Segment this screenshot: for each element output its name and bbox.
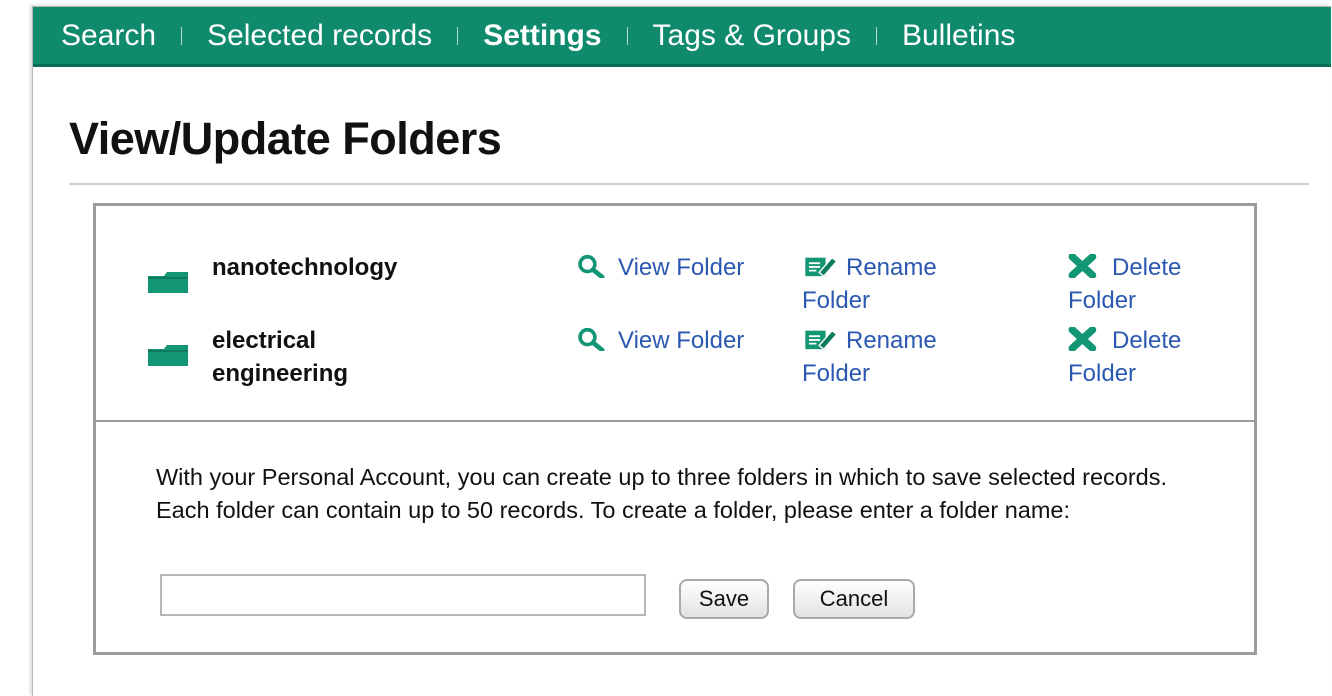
delete-folder-link[interactable]: Delete Folder bbox=[1068, 251, 1248, 317]
delete-folder-link[interactable]: Delete Folder bbox=[1068, 324, 1248, 390]
folder-name: nanotechnology bbox=[212, 254, 398, 281]
x-icon bbox=[1068, 254, 1097, 278]
folders-panel: nanotechnology View Folder Rename Folder… bbox=[93, 203, 1257, 655]
nav-item-bulletins[interactable]: Bulletins bbox=[902, 6, 1015, 66]
nav-separator bbox=[626, 26, 628, 45]
nav-separator bbox=[457, 26, 459, 45]
folder-row: nanotechnology View Folder Rename Folder… bbox=[96, 251, 1254, 321]
folder-row: electrical engineering View Folder Renam… bbox=[96, 324, 1254, 394]
nav-separator bbox=[181, 26, 183, 45]
view-folder-label: View Folder bbox=[618, 327, 745, 354]
page-title: View/Update Folders bbox=[69, 113, 502, 164]
save-button[interactable]: Save bbox=[679, 579, 769, 619]
info-line-1: With your Personal Account, you can crea… bbox=[156, 464, 1168, 490]
nav-separator bbox=[875, 26, 877, 45]
rename-folder-link[interactable]: Rename Folder bbox=[802, 324, 982, 390]
nav-item-search[interactable]: Search bbox=[61, 6, 156, 66]
cancel-button[interactable]: Cancel bbox=[793, 579, 915, 619]
edit-icon bbox=[805, 256, 838, 278]
folder-icon bbox=[148, 345, 188, 366]
top-navbar: Search Selected records Settings Tags & … bbox=[33, 7, 1331, 67]
title-divider bbox=[69, 183, 1309, 185]
folder-info-text: With your Personal Account, you can crea… bbox=[156, 461, 1256, 527]
view-folder-link[interactable]: View Folder bbox=[574, 251, 754, 284]
app-frame: Search Selected records Settings Tags & … bbox=[32, 6, 1331, 696]
edit-icon bbox=[805, 329, 838, 351]
panel-divider bbox=[96, 420, 1254, 422]
magnifier-icon bbox=[578, 254, 605, 278]
nav-item-selected-records[interactable]: Selected records bbox=[207, 6, 432, 66]
nav-item-tags-groups[interactable]: Tags & Groups bbox=[653, 6, 851, 66]
nav-item-settings[interactable]: Settings bbox=[483, 6, 601, 66]
view-folder-link[interactable]: View Folder bbox=[574, 324, 754, 357]
folder-name: electrical engineering bbox=[212, 327, 349, 387]
info-line-2: Each folder can contain up to 50 records… bbox=[156, 497, 1071, 523]
x-icon bbox=[1068, 327, 1097, 351]
rename-folder-link[interactable]: Rename Folder bbox=[802, 251, 982, 317]
folder-name-input[interactable] bbox=[160, 574, 646, 616]
folder-icon bbox=[148, 272, 188, 293]
magnifier-icon bbox=[578, 327, 605, 351]
view-folder-label: View Folder bbox=[618, 254, 745, 281]
